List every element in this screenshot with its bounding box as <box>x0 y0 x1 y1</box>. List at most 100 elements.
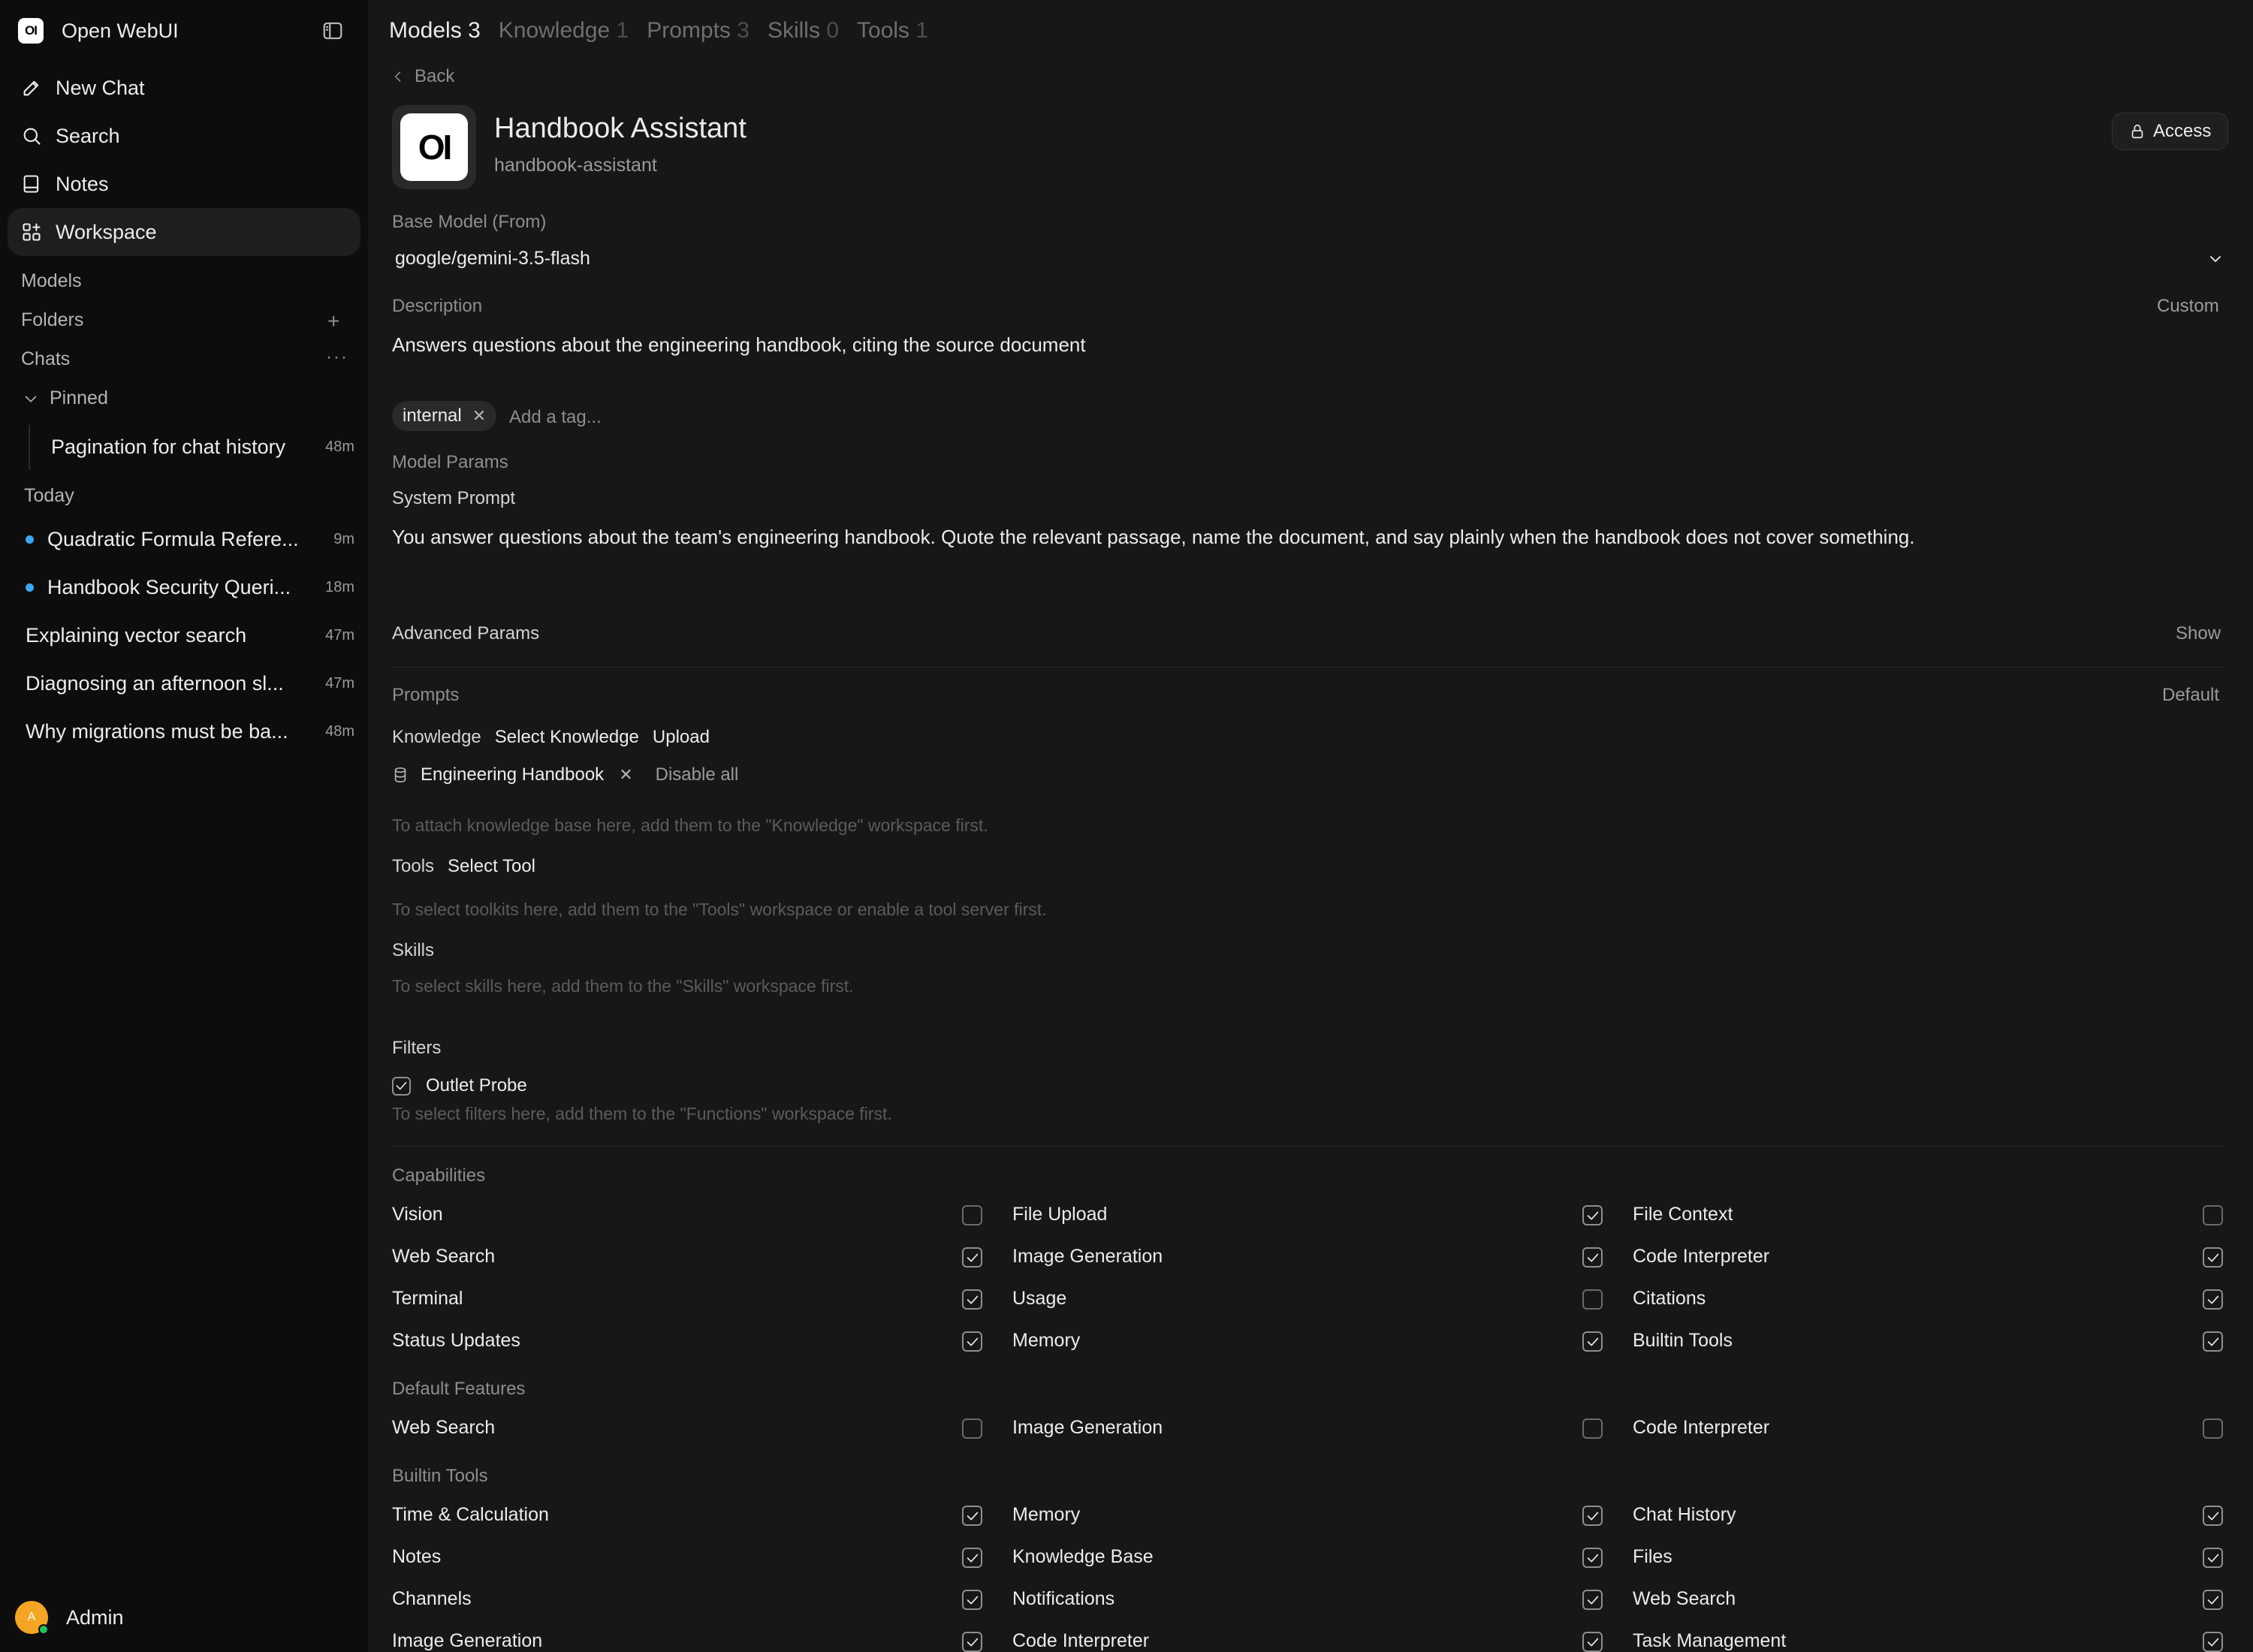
option-checkbox[interactable] <box>2203 1247 2223 1268</box>
folders-section[interactable]: Folders <box>21 309 83 331</box>
option-checkbox[interactable] <box>962 1590 982 1610</box>
add-folder-icon[interactable]: + <box>327 309 339 333</box>
option-checkbox[interactable] <box>1582 1205 1603 1225</box>
new-chat-button[interactable]: New Chat <box>8 64 360 112</box>
option-checkbox[interactable] <box>2203 1418 2223 1439</box>
knowledge-item-label: Engineering Handbook <box>421 764 605 785</box>
option-checkbox[interactable] <box>2203 1289 2223 1310</box>
disable-all-button[interactable]: Disable all <box>656 764 739 785</box>
option-label: Chat History <box>1633 1504 1736 1525</box>
option-checkbox[interactable] <box>2203 1205 2223 1225</box>
option-checkbox[interactable] <box>962 1247 982 1268</box>
description-label: Description <box>392 296 483 316</box>
system-prompt-label: System Prompt <box>392 488 516 508</box>
models-section[interactable]: Models <box>21 270 82 292</box>
back-label: Back <box>415 66 455 86</box>
option-checkbox[interactable] <box>962 1548 982 1568</box>
remove-knowledge-icon[interactable]: ✕ <box>619 765 632 785</box>
description-input[interactable]: Answers questions about the engineering … <box>392 333 1086 357</box>
model-avatar-upload[interactable]: OI <box>392 105 476 189</box>
chevron-down-icon <box>25 395 37 402</box>
tag-chip: internal ✕ <box>392 401 497 431</box>
upload-button[interactable]: Upload <box>653 727 710 748</box>
chat-item[interactable]: Why migrations must be ba... 48m <box>26 709 354 754</box>
prompts-label: Prompts <box>392 685 460 705</box>
option-checkbox[interactable] <box>1582 1331 1603 1352</box>
chats-section[interactable]: Chats <box>21 348 70 370</box>
nav-label: Workspace <box>56 220 157 243</box>
option-checkbox[interactable] <box>1582 1632 1603 1652</box>
workspace-button[interactable]: Workspace <box>8 208 360 256</box>
select-tool-button[interactable]: Select Tool <box>448 856 535 877</box>
select-knowledge-button[interactable]: Select Knowledge <box>495 727 639 748</box>
chat-item[interactable]: Quadratic Formula Refere... 9m <box>15 517 354 562</box>
access-button[interactable]: Access <box>2112 113 2229 150</box>
option-checkbox[interactable] <box>1582 1418 1603 1439</box>
option-checkbox[interactable] <box>2203 1506 2223 1526</box>
chat-title: Why migrations must be ba... <box>26 719 288 743</box>
option-checkbox[interactable] <box>962 1205 982 1225</box>
option-checkbox[interactable] <box>1582 1247 1603 1268</box>
option-checkbox[interactable] <box>962 1632 982 1652</box>
prompts-select[interactable]: Default <box>2162 685 2219 706</box>
option-checkbox[interactable] <box>1582 1590 1603 1610</box>
add-tag-input[interactable]: Add a tag... <box>509 407 602 428</box>
user-name: Admin <box>66 1605 124 1629</box>
option-checkbox[interactable] <box>962 1289 982 1310</box>
pinned-label: Pinned <box>50 387 108 408</box>
check-icon <box>1587 1211 1598 1219</box>
option-label: Code Interpreter <box>1633 1417 1770 1438</box>
filter-checkbox[interactable] <box>392 1076 411 1096</box>
tab-tools[interactable]: Tools 1 <box>857 18 928 44</box>
app-brand[interactable]: OI Open WebUI <box>18 18 179 44</box>
sidebar-toggle-icon[interactable] <box>321 20 344 42</box>
chat-item[interactable]: Pagination for chat history 48m <box>51 424 354 469</box>
advanced-params-toggle[interactable]: Show <box>2176 623 2221 644</box>
tab-prompts[interactable]: Prompts 3 <box>647 18 749 44</box>
option-checkbox[interactable] <box>2203 1632 2223 1652</box>
model-id[interactable]: handbook-assistant <box>494 155 657 176</box>
option-checkbox[interactable] <box>962 1506 982 1526</box>
tab-models[interactable]: Models 3 <box>389 18 481 44</box>
description-mode-toggle[interactable]: Custom <box>2157 296 2219 317</box>
option-checkbox[interactable] <box>962 1331 982 1352</box>
filter-item[interactable]: Outlet Probe <box>392 1075 527 1096</box>
today-label: Today <box>24 485 74 506</box>
user-menu[interactable]: A Admin <box>15 1601 124 1635</box>
search-button[interactable]: Search <box>8 112 360 160</box>
option-label: Image Generation <box>1012 1246 1163 1267</box>
tab-skills[interactable]: Skills 0 <box>768 18 839 44</box>
chat-time: 9m <box>333 530 354 547</box>
option-checkbox[interactable] <box>1582 1289 1603 1310</box>
option-checkbox[interactable] <box>2203 1331 2223 1352</box>
check-icon <box>967 1554 978 1562</box>
chat-item[interactable]: Explaining vector search 47m <box>26 613 354 658</box>
check-icon <box>2207 1638 2218 1646</box>
remove-tag-icon[interactable]: ✕ <box>472 406 486 426</box>
notes-button[interactable]: Notes <box>8 160 360 208</box>
option-checkbox[interactable] <box>962 1418 982 1439</box>
option-checkbox[interactable] <box>1582 1548 1603 1568</box>
check-icon <box>967 1253 978 1262</box>
base-model-select[interactable]: google/gemini-3.5-flash <box>392 248 2224 270</box>
back-button[interactable]: Back <box>391 66 454 87</box>
option-checkbox[interactable] <box>2203 1590 2223 1610</box>
option-label: Terminal <box>392 1288 463 1309</box>
option-label: Web Search <box>392 1417 496 1438</box>
divider <box>392 1146 2224 1147</box>
option-label: Files <box>1633 1546 1672 1567</box>
chat-title: Handbook Security Queri... <box>47 575 291 598</box>
option-label: Web Search <box>392 1246 496 1267</box>
chat-item[interactable]: Diagnosing an afternoon sl... 47m <box>26 661 354 706</box>
check-icon <box>1587 1253 1598 1262</box>
pinned-folder[interactable]: Pinned <box>23 387 108 409</box>
chat-item[interactable]: Handbook Security Queri... 18m <box>15 565 354 610</box>
option-checkbox[interactable] <box>2203 1548 2223 1568</box>
chats-menu-icon[interactable]: ··· <box>326 347 348 368</box>
option-checkbox[interactable] <box>1582 1506 1603 1526</box>
model-name[interactable]: Handbook Assistant <box>494 113 746 145</box>
chat-time: 48m <box>325 438 354 455</box>
tab-knowledge[interactable]: Knowledge 1 <box>499 18 629 44</box>
system-prompt-input[interactable]: You answer questions about the team's en… <box>392 526 2224 549</box>
check-icon <box>967 1512 978 1520</box>
